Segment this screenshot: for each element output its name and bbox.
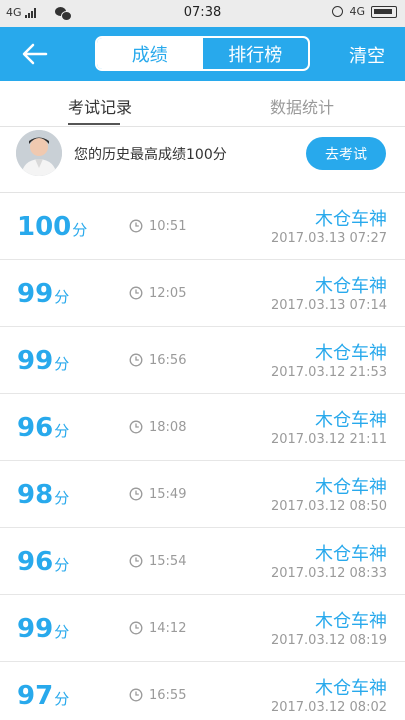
score-value: 99 <box>17 279 54 309</box>
record-row[interactable]: 96分 18:08 木仓车神 2017.03.12 21:11 <box>0 394 405 461</box>
record-row[interactable]: 97分 16:55 木仓车神 2017.03.12 08:02 <box>0 662 405 720</box>
score-unit: 分 <box>54 355 70 373</box>
clock-icon <box>129 219 143 233</box>
clock-icon <box>129 420 143 434</box>
score-value: 99 <box>17 614 54 644</box>
user-name: 木仓车神 <box>315 544 387 565</box>
status-right: 4G <box>332 5 397 18</box>
score-unit: 分 <box>54 623 70 641</box>
duration: 12:05 <box>149 286 187 301</box>
record-row[interactable]: 100分 10:51 木仓车神 2017.03.13 07:27 <box>0 193 405 260</box>
record-date: 2017.03.12 08:50 <box>270 499 387 514</box>
segmented-control: 成绩 排行榜 <box>95 36 310 71</box>
score-unit: 分 <box>54 422 70 440</box>
score-value: 96 <box>17 413 54 443</box>
tab-exam-records[interactable]: 考试记录 <box>68 94 132 118</box>
record-row[interactable]: 99分 16:56 木仓车神 2017.03.12 21:53 <box>0 327 405 394</box>
score: 98分 <box>17 480 69 510</box>
score-value: 99 <box>17 346 54 376</box>
alarm-icon <box>332 6 344 17</box>
score: 97分 <box>17 681 69 711</box>
user-name: 木仓车神 <box>315 343 387 364</box>
record-row[interactable]: 96分 15:54 木仓车神 2017.03.12 08:33 <box>0 528 405 595</box>
arrow-left-icon <box>22 43 48 65</box>
active-tab-indicator <box>68 123 120 125</box>
score: 99分 <box>17 279 69 309</box>
user-name: 木仓车神 <box>315 410 387 431</box>
tab-statistics[interactable]: 数据统计 <box>270 94 334 118</box>
score-value: 96 <box>17 547 54 577</box>
user-name: 木仓车神 <box>315 209 387 230</box>
clock-icon <box>129 688 143 702</box>
battery-icon <box>371 5 397 18</box>
duration: 14:12 <box>149 621 187 636</box>
score-value: 98 <box>17 480 54 510</box>
user-name: 木仓车神 <box>315 276 387 297</box>
best-score-bar: 您的历史最高成绩100分 去考试 <box>0 127 405 193</box>
network-label-right: 4G <box>349 5 365 18</box>
score: 96分 <box>17 413 69 443</box>
score-unit: 分 <box>54 556 70 574</box>
record-date: 2017.03.13 07:27 <box>270 231 387 246</box>
score-unit: 分 <box>54 489 70 507</box>
duration: 16:55 <box>149 688 187 703</box>
score: 100分 <box>17 212 87 242</box>
record-date: 2017.03.12 08:19 <box>270 633 387 648</box>
score-unit: 分 <box>72 221 88 239</box>
score: 99分 <box>17 346 69 376</box>
duration: 18:08 <box>149 420 187 435</box>
avatar <box>16 130 62 176</box>
user-name: 木仓车神 <box>315 477 387 498</box>
clock-icon <box>129 286 143 300</box>
score-unit: 分 <box>54 690 70 708</box>
tab-scores[interactable]: 成绩 <box>97 38 203 69</box>
status-bar: 4G 07:38 4G <box>0 0 405 27</box>
best-score-text: 您的历史最高成绩100分 <box>74 147 227 163</box>
clear-button[interactable]: 清空 <box>349 42 385 68</box>
app-header: 成绩 排行榜 清空 <box>0 27 405 81</box>
score: 96分 <box>17 547 69 577</box>
record-row[interactable]: 99分 12:05 木仓车神 2017.03.13 07:14 <box>0 260 405 327</box>
record-date: 2017.03.13 07:14 <box>270 298 387 313</box>
duration: 10:51 <box>149 219 187 234</box>
record-date: 2017.03.12 08:02 <box>270 700 387 715</box>
duration: 16:56 <box>149 353 187 368</box>
duration: 15:49 <box>149 487 187 502</box>
user-name: 木仓车神 <box>315 611 387 632</box>
record-date: 2017.03.12 08:33 <box>270 566 387 581</box>
start-exam-button[interactable]: 去考试 <box>306 137 386 170</box>
tab-leaderboard[interactable]: 排行榜 <box>203 38 309 69</box>
sub-tabs: 考试记录 数据统计 <box>0 81 405 127</box>
score-value: 97 <box>17 681 54 711</box>
record-date: 2017.03.12 21:11 <box>270 432 387 447</box>
score-unit: 分 <box>54 288 70 306</box>
clock-icon <box>129 554 143 568</box>
score-value: 100 <box>17 212 72 242</box>
record-date: 2017.03.12 21:53 <box>270 365 387 380</box>
duration: 15:54 <box>149 554 187 569</box>
record-row[interactable]: 99分 14:12 木仓车神 2017.03.12 08:19 <box>0 595 405 662</box>
record-row[interactable]: 98分 15:49 木仓车神 2017.03.12 08:50 <box>0 461 405 528</box>
clock-icon <box>129 487 143 501</box>
back-button[interactable] <box>20 39 50 69</box>
user-name: 木仓车神 <box>315 678 387 699</box>
score: 99分 <box>17 614 69 644</box>
clock-icon <box>129 353 143 367</box>
records-list: 100分 10:51 木仓车神 2017.03.13 07:27 99分 12:… <box>0 193 405 720</box>
clock-icon <box>129 621 143 635</box>
